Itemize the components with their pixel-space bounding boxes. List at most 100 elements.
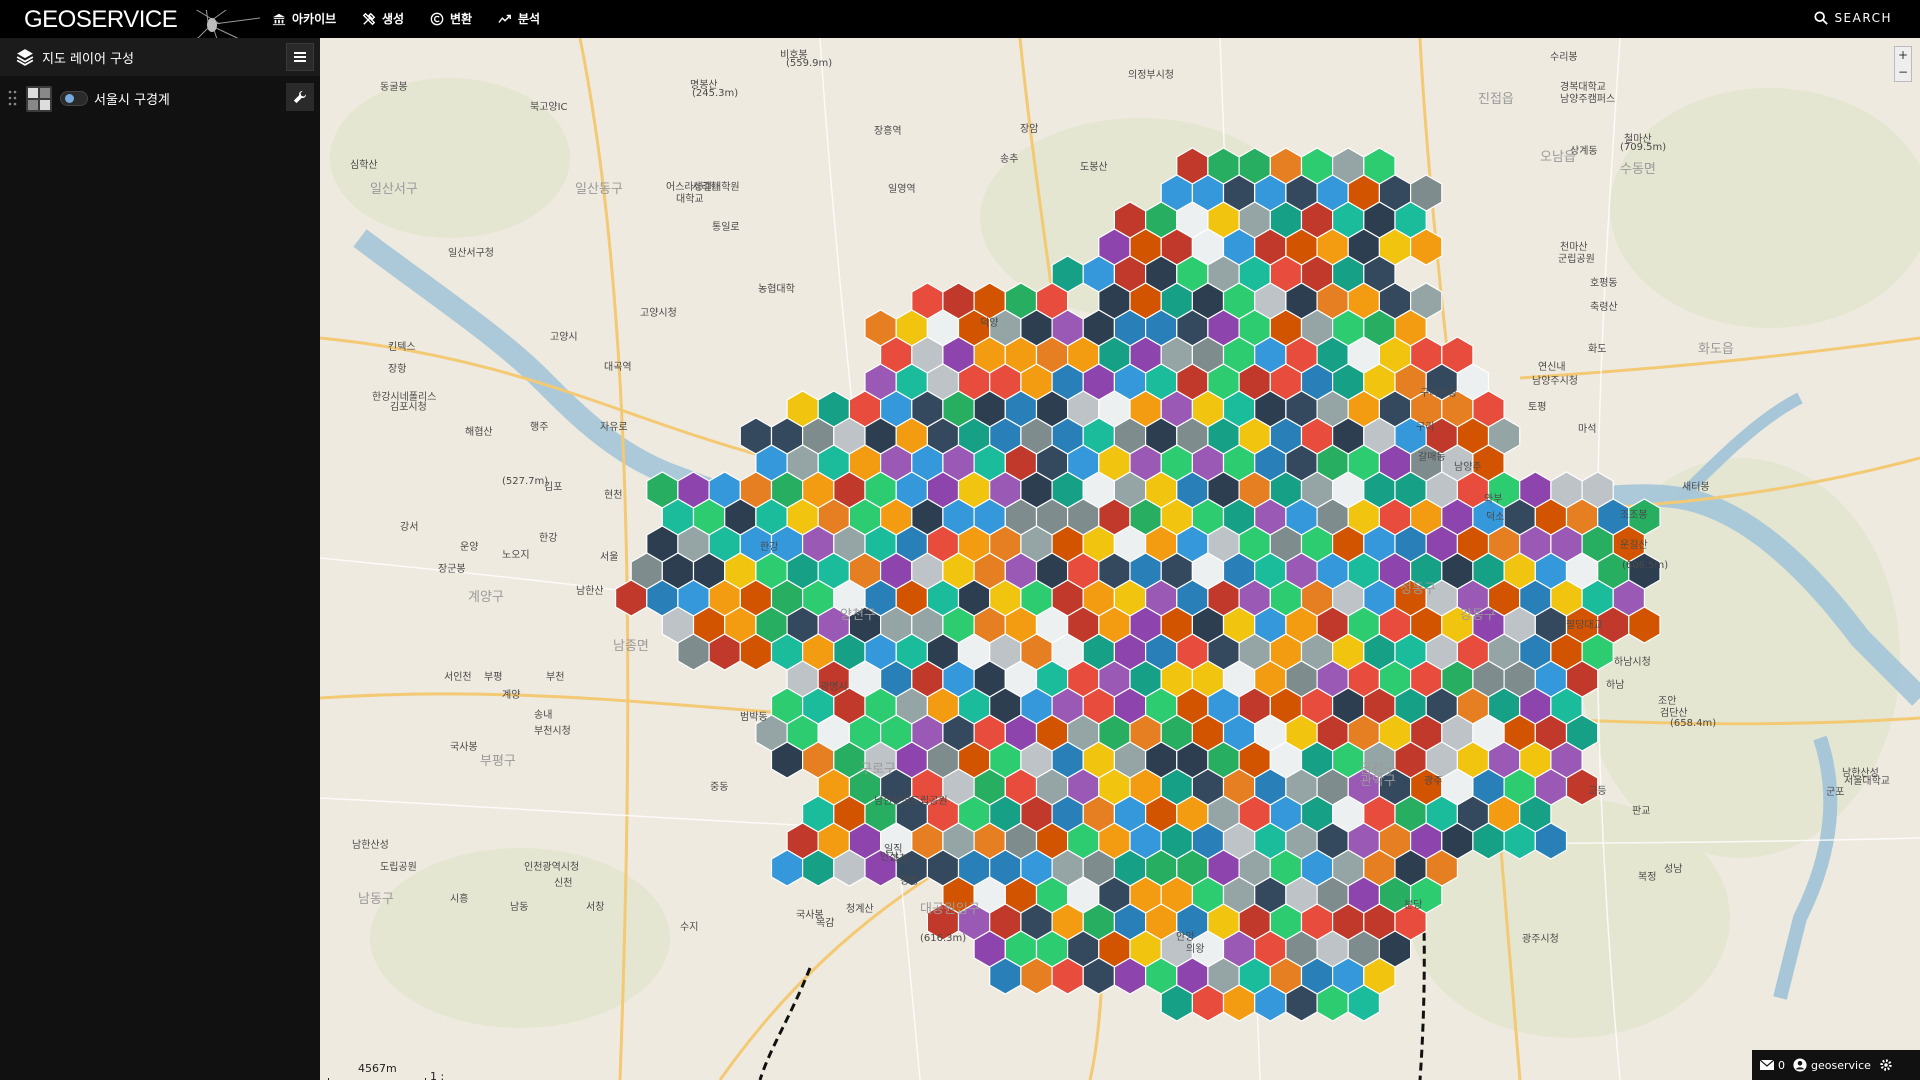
map-place-label: 강동구 bbox=[1460, 608, 1496, 623]
map-place-label: 남동구 bbox=[358, 892, 394, 907]
map-place-label: 남양주캠퍼스 bbox=[1560, 94, 1616, 105]
top-navbar: GEOSERVICE 아카이브 생성 변환 분석 SEARCH bbox=[0, 0, 1920, 48]
map-place-label: 하남 bbox=[1606, 680, 1625, 691]
map-place-label: 의정부시청 bbox=[1128, 70, 1174, 81]
map-place-label: 서창 bbox=[586, 902, 605, 913]
layer-list-item[interactable]: 서울시 구경계 bbox=[0, 78, 320, 116]
layer-panel-header: 지도 레이어 구성 bbox=[0, 38, 320, 76]
map-place-label: 군립공원 bbox=[1558, 254, 1595, 265]
map-place-label: 시흥 bbox=[450, 894, 469, 905]
map-place-label: 현천 bbox=[604, 490, 623, 501]
nav-create[interactable]: 생성 bbox=[362, 10, 404, 27]
map-place-label: 국사봉 bbox=[450, 742, 478, 753]
map-place-label: 연신내 bbox=[1538, 362, 1566, 373]
layer-menu-button[interactable] bbox=[286, 43, 314, 71]
map-place-label: 남한산성 bbox=[352, 840, 389, 851]
map-place-label: 심학산 bbox=[350, 160, 378, 171]
map-place-label: 고등 bbox=[1588, 786, 1607, 797]
map-place-label: 화도 bbox=[1588, 344, 1607, 355]
map-place-label: 자유로 bbox=[600, 422, 628, 433]
map-place-label: 일직 bbox=[884, 844, 903, 855]
map-canvas[interactable]: 동굴봉 심학산 명봉산 (245.3m) 비호봉 (559.9m) 의정부시청 수리봉 경복대학… bbox=[320, 38, 1920, 1080]
map-place-label: 장항 bbox=[388, 364, 407, 375]
user-menu[interactable]: geoservice bbox=[1793, 1058, 1871, 1072]
map-place-label: 대공원입구 bbox=[920, 902, 980, 917]
map-place-label: 남종면 bbox=[613, 639, 649, 654]
map-place-label: 일산동구 bbox=[575, 182, 623, 197]
map-place-label: 장군봉 bbox=[438, 564, 466, 575]
map-place-label: 호평동 bbox=[1590, 278, 1618, 289]
map-place-label: 강서 bbox=[400, 522, 419, 533]
map-place-label: 킨텍스 bbox=[388, 342, 416, 353]
map-place-label: 부천 bbox=[546, 672, 565, 683]
layer-settings-button[interactable] bbox=[286, 83, 314, 111]
wrench-icon bbox=[293, 90, 307, 104]
nav-archive[interactable]: 아카이브 bbox=[272, 10, 336, 27]
map-place-label: 새터봉 bbox=[1682, 482, 1710, 493]
search-label: SEARCH bbox=[1834, 11, 1892, 25]
map-place-label: 목감 bbox=[816, 918, 835, 929]
zoom-in-button[interactable]: + bbox=[1895, 47, 1911, 64]
map-place-label: 의왕 bbox=[1186, 944, 1205, 955]
map-place-label: 송내 bbox=[534, 710, 553, 721]
scale-ratio: 1 : 144448 bbox=[430, 1070, 445, 1080]
search-button[interactable]: SEARCH bbox=[1814, 11, 1892, 25]
map-place-label: 도봉산 bbox=[1080, 162, 1108, 173]
map-place-label: 복정 bbox=[1638, 872, 1657, 883]
map-place-label: 송추 bbox=[1000, 154, 1019, 165]
map-place-label: 검단산 bbox=[1660, 708, 1688, 719]
map-place-label: (616.3m) bbox=[920, 933, 967, 944]
map-place-label: 부천시청 bbox=[534, 726, 571, 737]
map-place-label: 장암 bbox=[1020, 124, 1039, 135]
nav-convert[interactable]: 변환 bbox=[430, 10, 472, 27]
map-place-label: 오남읍 bbox=[1540, 150, 1576, 165]
map-place-label: 성동구 bbox=[1400, 582, 1436, 597]
map-place-label: 수리봉 bbox=[1550, 52, 1578, 63]
map-place-label: (245.3m) bbox=[692, 88, 739, 99]
map-place-label: 한강시네폴리스 bbox=[372, 392, 437, 403]
map-place-label: 광명 bbox=[900, 876, 919, 887]
layer-sidebar: 지도 레이어 구성 서울시 구경계 bbox=[0, 38, 320, 1080]
map-place-label: 수동면 bbox=[1620, 162, 1656, 177]
drag-handle-icon[interactable] bbox=[8, 90, 18, 106]
map-place-label: 구리 bbox=[1416, 422, 1435, 433]
layer-visibility-toggle[interactable] bbox=[60, 91, 88, 106]
map-place-label: 신천 bbox=[554, 878, 573, 889]
map-place-label: (527.7m) bbox=[502, 476, 549, 487]
map-place-label: 팔당대교 bbox=[1566, 620, 1603, 631]
map-place-label: 농협대학 bbox=[758, 284, 795, 295]
map-place-label: 인천광역시청 bbox=[524, 862, 580, 873]
layer-name: 서울시 구경계 bbox=[94, 93, 170, 108]
map-place-label: 갈매동 bbox=[1418, 452, 1446, 463]
mail-icon bbox=[1760, 1060, 1774, 1070]
map-place-label: 고양시 bbox=[550, 332, 578, 343]
map-place-label: 남양주시청 bbox=[1532, 376, 1578, 387]
nav-analysis[interactable]: 분석 bbox=[498, 10, 540, 27]
map-place-label: 광주 bbox=[1424, 776, 1443, 787]
map-basemap bbox=[320, 38, 1920, 1080]
messages-button[interactable]: 0 bbox=[1760, 1059, 1785, 1072]
map-place-label: (606.5m) bbox=[1622, 560, 1669, 571]
map-place-label: 동굴봉 bbox=[380, 82, 408, 93]
map-place-label: 통일로 bbox=[712, 222, 740, 233]
map-place-label: (709.5m) bbox=[1620, 142, 1667, 153]
map-place-label: 중동 bbox=[710, 782, 729, 793]
layer-panel-title: 지도 레이어 구성 bbox=[42, 52, 134, 67]
map-place-label: 노오지 bbox=[502, 550, 530, 561]
map-place-label: (658.4m) bbox=[1670, 718, 1717, 729]
zoom-out-button[interactable]: − bbox=[1895, 64, 1911, 81]
map-place-label: 일산서구 bbox=[370, 182, 418, 197]
gear-icon[interactable] bbox=[1879, 1058, 1893, 1072]
map-place-label: 대곡역 bbox=[604, 362, 632, 373]
map-place-label: 부평구 bbox=[480, 754, 516, 769]
map-place-label: 수지 bbox=[680, 922, 699, 933]
scale-distance: 4567m bbox=[358, 1062, 397, 1075]
toggle-knob bbox=[65, 94, 74, 103]
map-place-label: 마석 bbox=[1578, 424, 1597, 435]
trend-icon bbox=[498, 14, 511, 23]
tools-icon bbox=[362, 12, 376, 25]
map-place-label: 광명시 bbox=[820, 682, 848, 693]
map-place-label: 판교 bbox=[1632, 806, 1651, 817]
layers-icon bbox=[16, 49, 34, 66]
map-place-label: 한강 bbox=[760, 542, 779, 553]
